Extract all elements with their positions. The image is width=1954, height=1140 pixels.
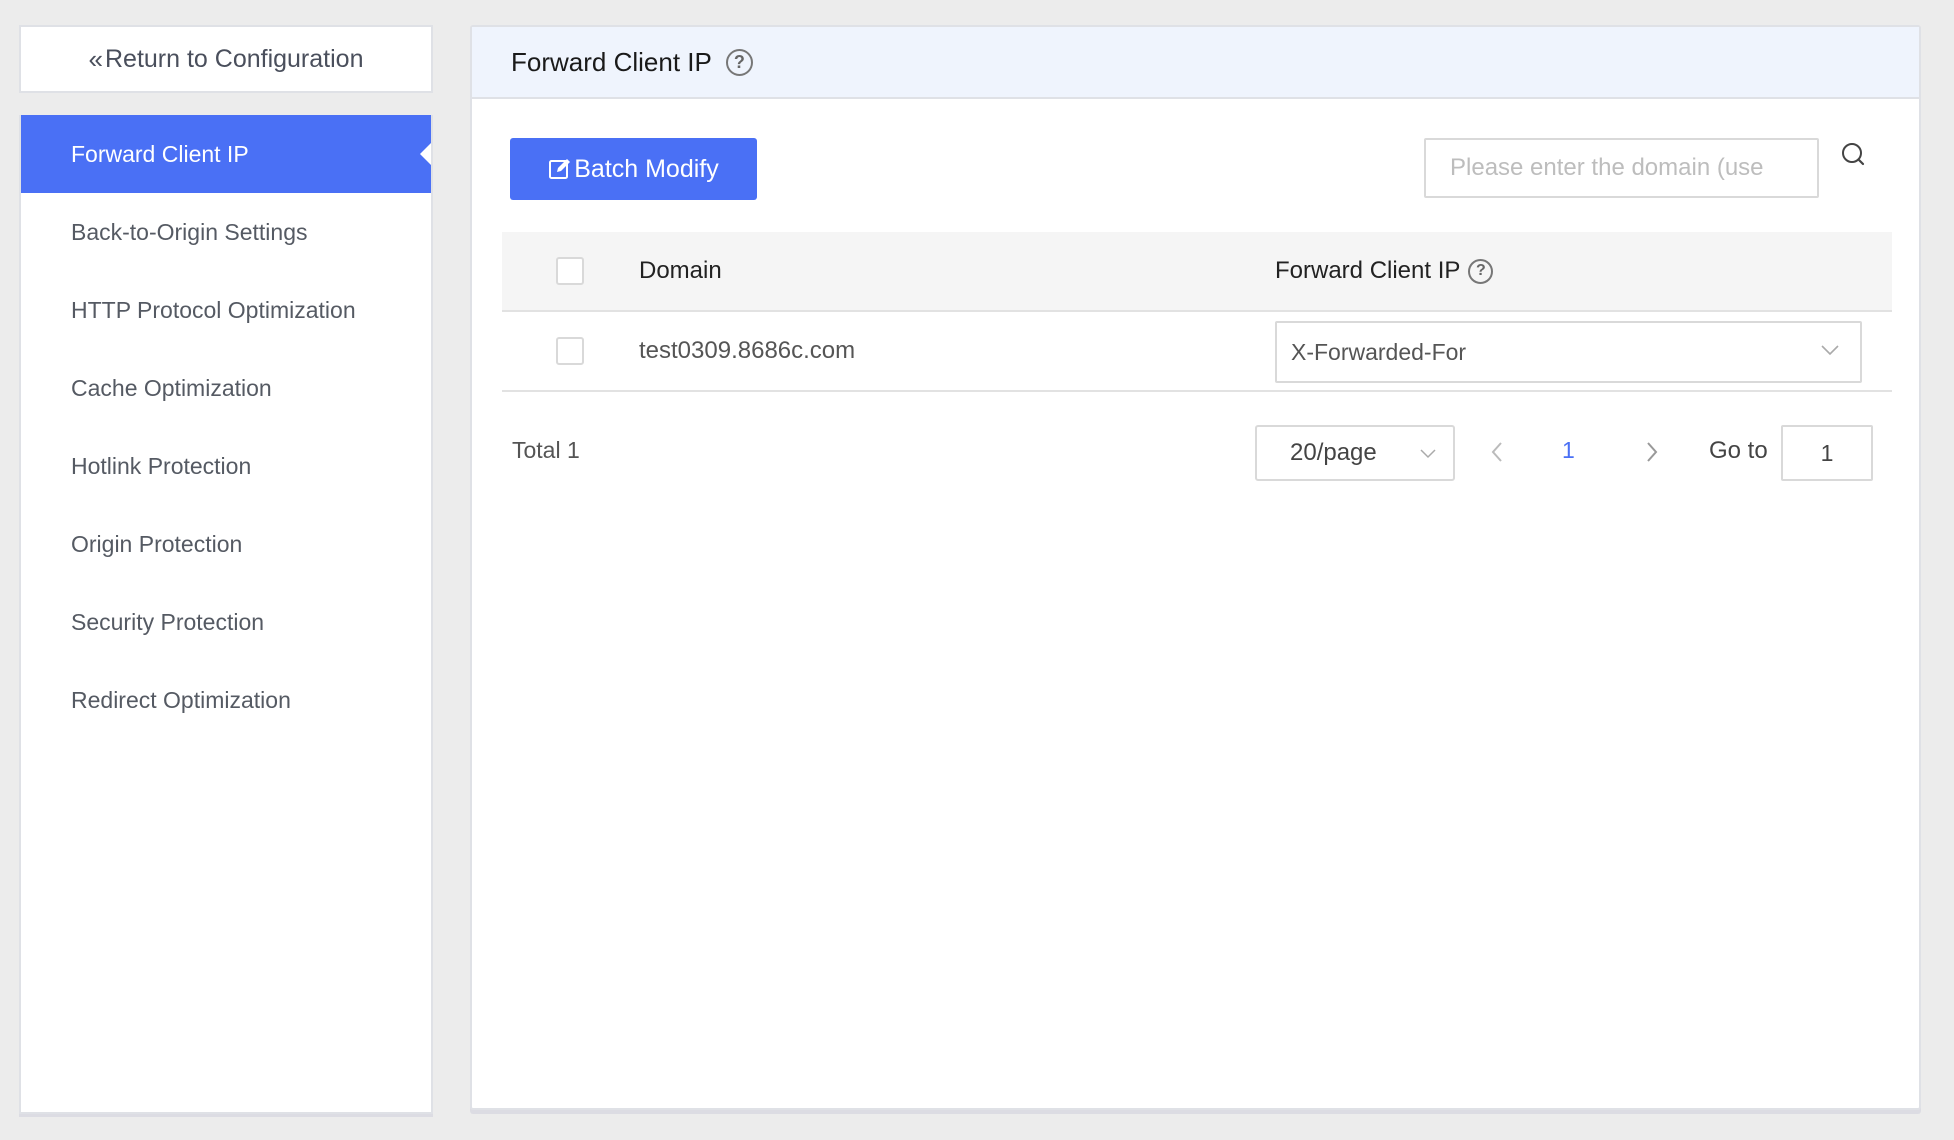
page-title: Forward Client IP xyxy=(511,46,712,77)
edit-icon xyxy=(549,159,571,179)
help-icon[interactable]: ? xyxy=(1468,258,1494,284)
select-all-checkbox[interactable] xyxy=(556,257,584,285)
sidebar-item-hotlink-protection[interactable]: Hotlink Protection xyxy=(21,427,431,505)
search-icon[interactable] xyxy=(1839,140,1869,170)
sidebar-item-label: Back-to-Origin Settings xyxy=(71,218,308,245)
return-to-configuration-button[interactable]: « Return to Configuration xyxy=(19,25,433,93)
sidebar-item-forward-client-ip[interactable]: Forward Client IP xyxy=(21,115,431,193)
sidebar-item-origin-protection[interactable]: Origin Protection xyxy=(21,505,431,583)
sidebar-item-label: Origin Protection xyxy=(71,530,243,557)
column-header-label: Forward Client IP xyxy=(1275,257,1461,284)
goto-page-input[interactable] xyxy=(1781,425,1873,481)
sidebar-item-cache-optimization[interactable]: Cache Optimization xyxy=(21,349,431,427)
column-header-forward-client-ip: Forward Client IP ? xyxy=(1275,257,1494,285)
return-label: Return to Configuration xyxy=(104,44,364,73)
main-panel: Forward Client IP ? Batch Modify Domain … xyxy=(470,25,1921,1110)
total-count: Total 1 xyxy=(512,437,580,463)
table-row: test0309.8686c.com X-Forwarded-For xyxy=(502,312,1892,392)
sidebar-item-label: Redirect Optimization xyxy=(71,686,291,713)
previous-page-button[interactable] xyxy=(1485,435,1509,469)
domain-search-input[interactable] xyxy=(1424,138,1819,198)
forward-client-ip-select[interactable]: X-Forwarded-For xyxy=(1275,321,1862,383)
double-chevron-left-icon: « xyxy=(88,43,103,74)
select-value: X-Forwarded-For xyxy=(1291,338,1467,365)
sidebar-item-label: Cache Optimization xyxy=(71,374,272,401)
chevron-down-icon xyxy=(1821,345,1839,356)
batch-modify-label: Batch Modify xyxy=(574,154,719,183)
sidebar-item-back-to-origin-settings[interactable]: Back-to-Origin Settings xyxy=(21,193,431,271)
sidebar-item-label: Forward Client IP xyxy=(71,140,249,167)
page-size-select[interactable]: 20/page xyxy=(1255,425,1455,481)
sidebar-item-redirect-optimization[interactable]: Redirect Optimization xyxy=(21,661,431,739)
domain-table: Domain Forward Client IP ? test0309.8686… xyxy=(502,232,1892,392)
column-header-domain: Domain xyxy=(639,257,722,284)
row-checkbox[interactable] xyxy=(556,337,584,365)
sidebar-item-label: HTTP Protocol Optimization xyxy=(71,296,356,323)
page-size-value: 20/page xyxy=(1290,439,1377,466)
page-number-current[interactable]: 1 xyxy=(1562,437,1575,464)
domain-cell: test0309.8686c.com xyxy=(639,337,856,364)
panel-header: Forward Client IP ? xyxy=(472,27,1919,99)
sidebar-item-label: Hotlink Protection xyxy=(71,452,252,479)
batch-modify-button[interactable]: Batch Modify xyxy=(510,138,757,200)
sidebar-nav: Forward Client IP Back-to-Origin Setting… xyxy=(19,115,433,1114)
goto-label: Go to xyxy=(1709,437,1768,464)
chevron-down-icon xyxy=(1420,449,1436,459)
table-header: Domain Forward Client IP ? xyxy=(502,232,1892,312)
help-icon[interactable]: ? xyxy=(725,48,753,76)
sidebar-item-security-protection[interactable]: Security Protection xyxy=(21,583,431,661)
sidebar-item-label: Security Protection xyxy=(71,608,265,635)
sidebar-item-http-protocol-optimization[interactable]: HTTP Protocol Optimization xyxy=(21,271,431,349)
next-page-button[interactable] xyxy=(1640,435,1664,469)
